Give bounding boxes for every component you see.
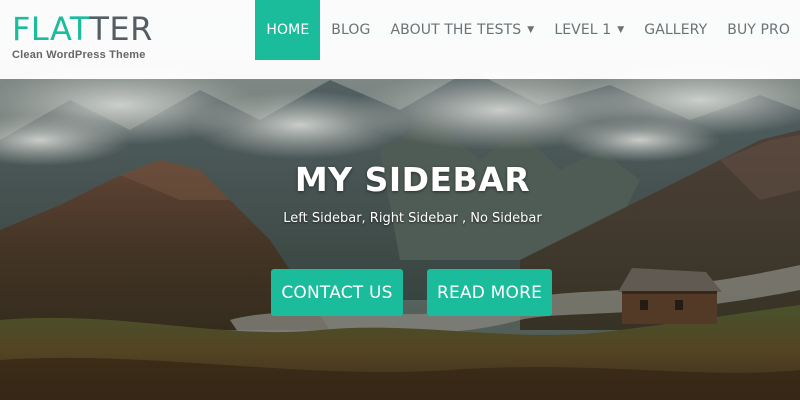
nav-item-gallery[interactable]: GALLERY — [634, 0, 717, 60]
main-nav: HOME BLOG ABOUT THE TESTS ▼ LEVEL 1 ▼ GA… — [255, 0, 800, 60]
nav-item-buy-pro[interactable]: BUY PRO — [717, 0, 800, 60]
hero-subtitle: Left Sidebar, Right Sidebar , No Sidebar — [283, 211, 542, 226]
nav-item-label: HOME — [266, 22, 310, 38]
nav-item-label: BLOG — [331, 22, 371, 38]
logo-title[interactable]: FLATTER — [12, 10, 153, 48]
contact-us-button[interactable]: CONTACT US — [271, 269, 403, 316]
nav-item-blog[interactable]: BLOG — [321, 0, 380, 60]
read-more-button[interactable]: READ MORE — [427, 269, 552, 316]
site-tagline: Clean WordPress Theme — [12, 49, 146, 61]
caret-down-icon: ▼ — [527, 25, 535, 35]
nav-item-label: GALLERY — [644, 22, 708, 38]
logo-title-accent: FLAT — [12, 10, 90, 48]
nav-item-label: ABOUT THE TESTS — [390, 22, 522, 38]
nav-item-level-1[interactable]: LEVEL 1 ▼ — [544, 0, 634, 60]
site-header: FLATTER Clean WordPress Theme HOME BLOG … — [0, 0, 800, 79]
nav-item-home[interactable]: HOME — [255, 0, 321, 60]
nav-item-label: BUY PRO — [727, 22, 790, 38]
nav-item-label: LEVEL 1 — [554, 22, 612, 38]
nav-item-about-the-tests[interactable]: ABOUT THE TESTS ▼ — [380, 0, 544, 60]
site-logo[interactable]: FLATTER Clean WordPress Theme — [12, 10, 153, 61]
logo-title-rest: TER — [89, 10, 153, 48]
hero-title: MY SIDEBAR — [294, 160, 531, 199]
caret-down-icon: ▼ — [617, 25, 625, 35]
